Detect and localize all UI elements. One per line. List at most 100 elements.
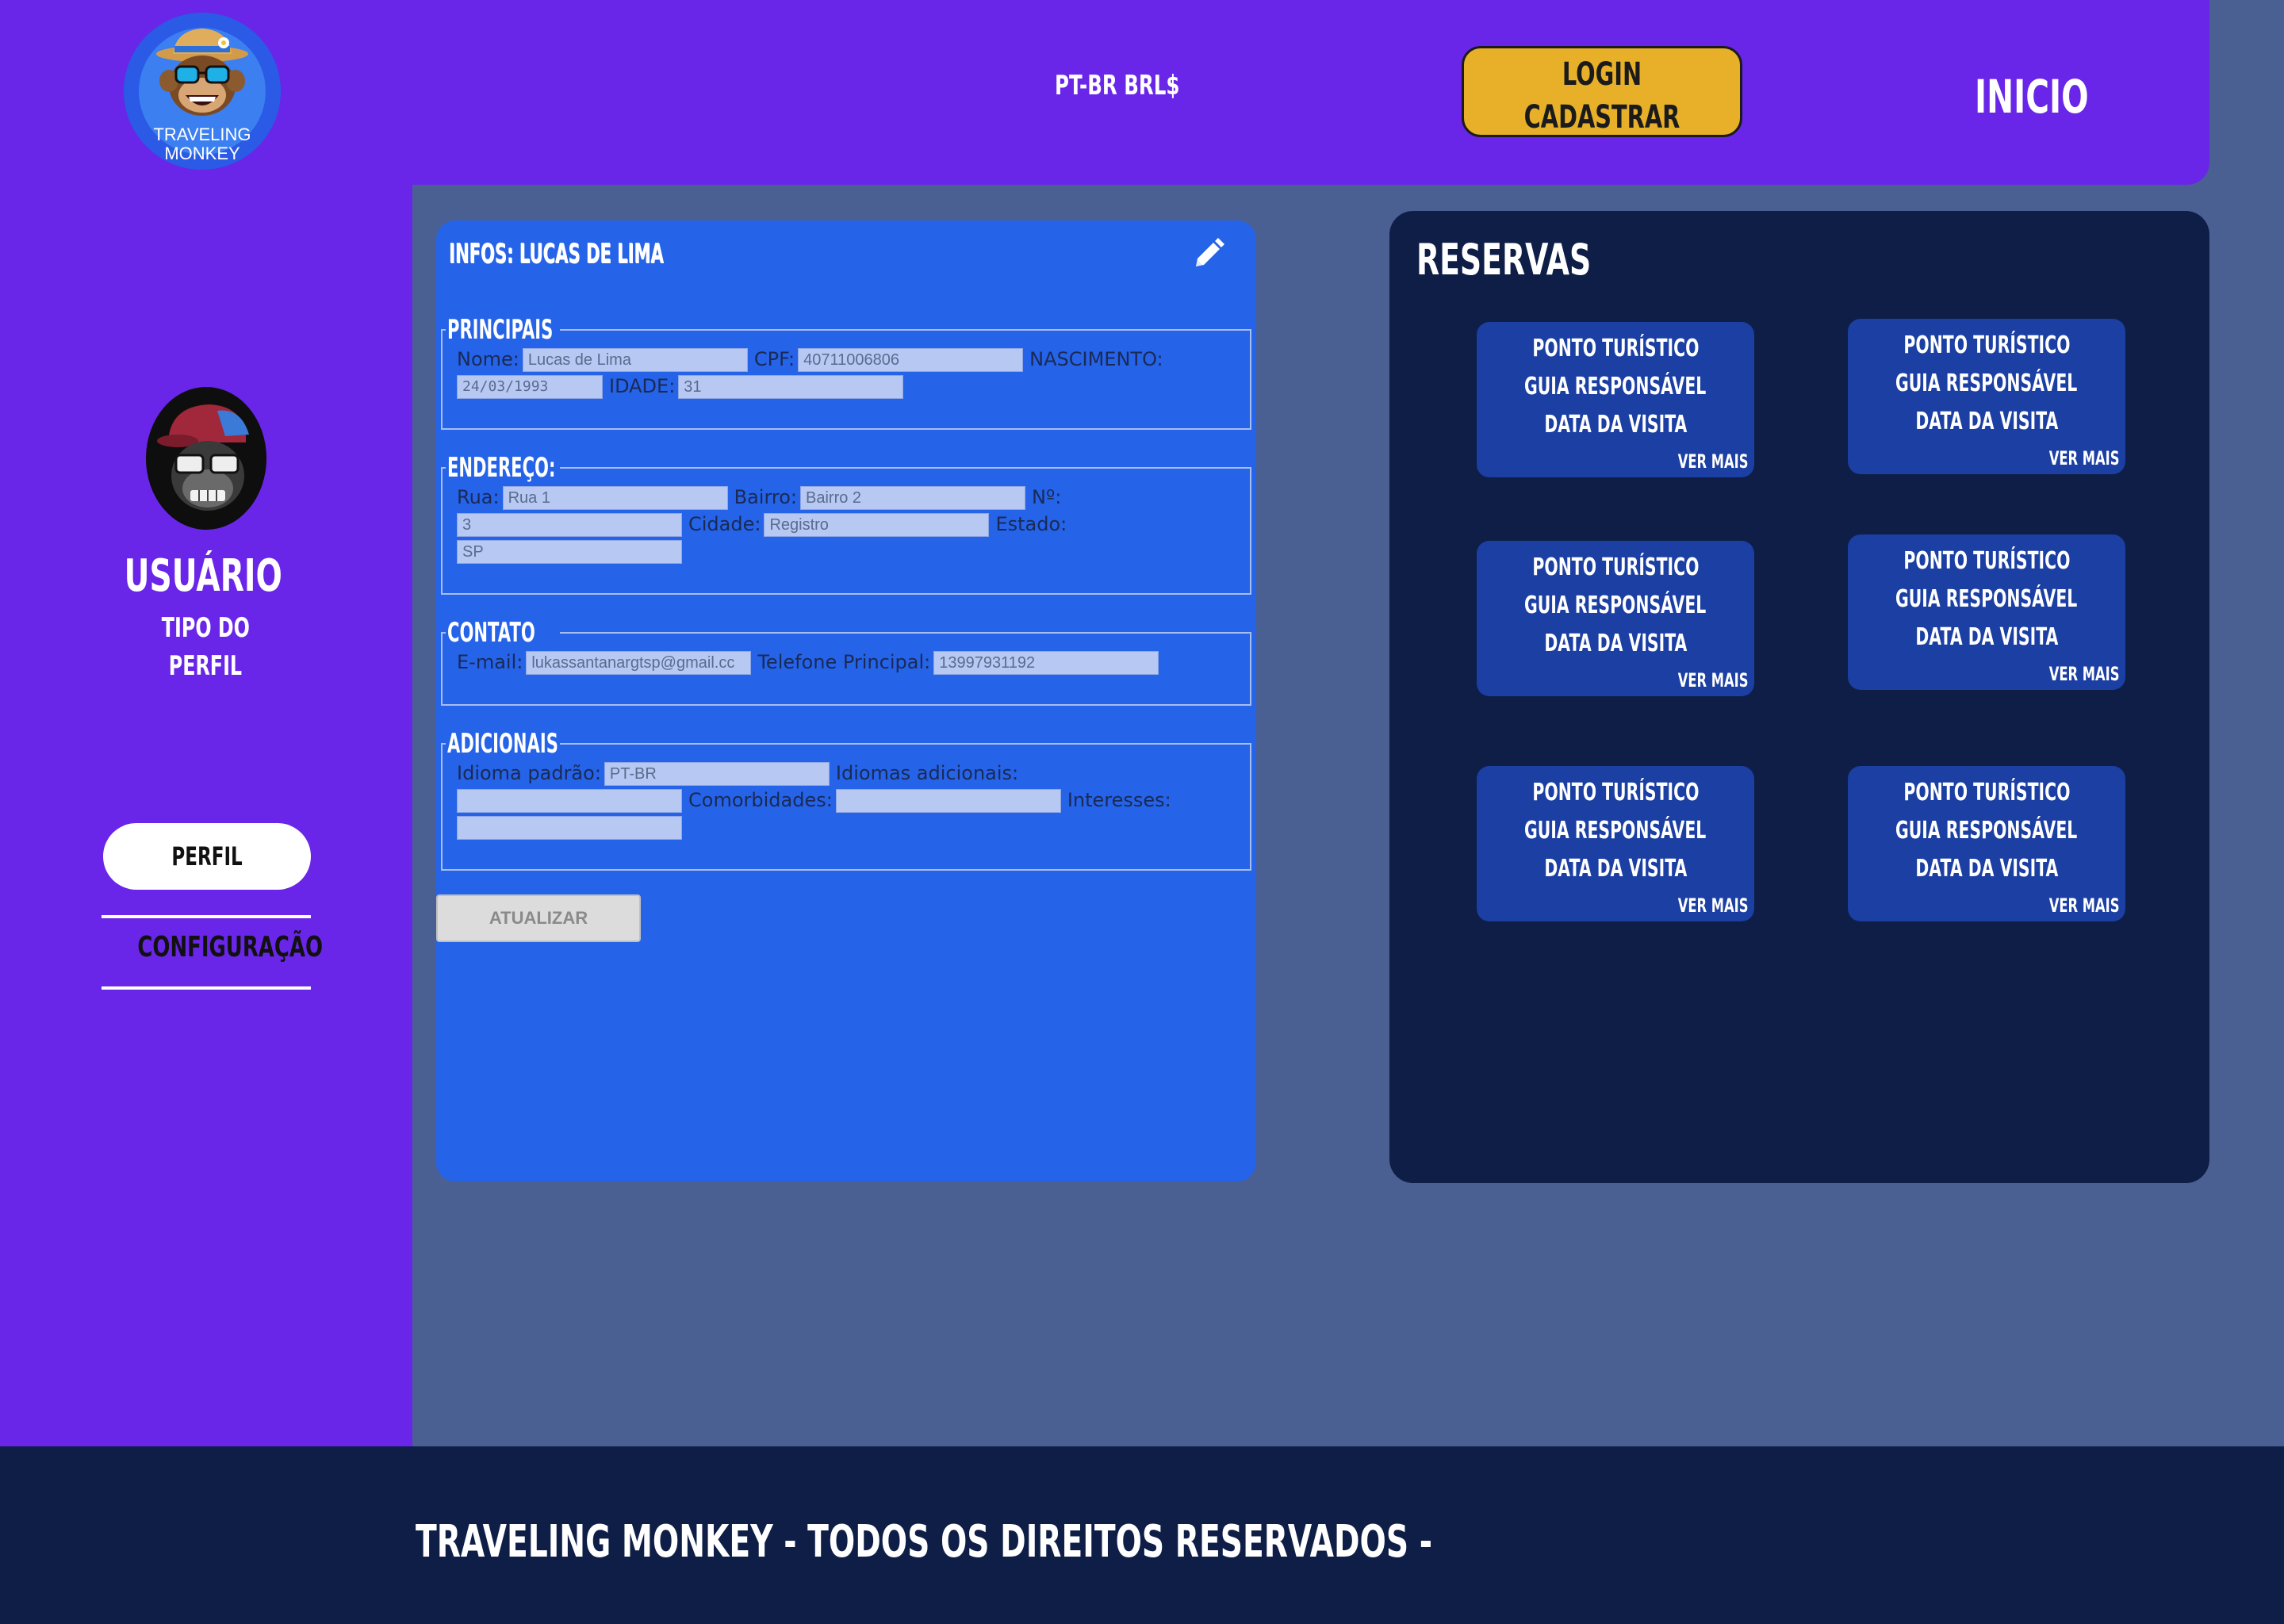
interesses-label: Interesses: — [1067, 789, 1171, 811]
email-input[interactable]: lukassantanargtsp@gmail.cc — [526, 651, 752, 675]
settings-link[interactable]: CONFIGURAÇÃO — [102, 931, 323, 963]
see-more-link[interactable]: VER MAIS — [2048, 447, 2119, 469]
reservation-date: DATA DA VISITA — [1915, 408, 2058, 435]
contato-section: CONTATO E-mail: lukassantanargtsp@gmail.c… — [441, 617, 1251, 706]
bairro-input[interactable]: Bairro 2 — [800, 486, 1026, 510]
principais-legend-text: PRINCIPAIS — [447, 314, 554, 346]
reservation-date: DATA DA VISITA — [1544, 855, 1687, 883]
idioma-label: Idioma padrão: — [457, 762, 601, 784]
sidebar-divider — [102, 915, 311, 918]
reservation-guide: GUIA RESPONSÁVEL — [1524, 817, 1707, 845]
idiomas-adicionais-input[interactable] — [457, 789, 682, 813]
sidebar — [0, 0, 412, 1446]
reservation-date: DATA DA VISITA — [1915, 855, 2058, 883]
see-more-link[interactable]: VER MAIS — [1677, 669, 1748, 691]
reservation-card[interactable]: PONTO TURÍSTICO GUIA RESPONSÁVEL DATA DA… — [1848, 534, 2125, 690]
reservation-date: DATA DA VISITA — [1544, 630, 1687, 657]
bairro-label: Bairro: — [734, 486, 798, 508]
estado-label: Estado: — [995, 513, 1067, 535]
rua-input[interactable]: Rua 1 — [502, 486, 728, 510]
form-row: E-mail: lukassantanargtsp@gmail.cc Telefon… — [457, 649, 1236, 676]
reservation-date: DATA DA VISITA — [1544, 411, 1687, 439]
footer-copyright: TRAVELING MONKEY - TODOS OS DIREITOS RES… — [416, 1516, 1433, 1568]
numero-input[interactable]: 3 — [457, 513, 682, 537]
footer: TRAVELING MONKEY - TODOS OS DIREITOS RES… — [0, 1446, 2284, 1624]
contato-legend-text: CONTATO — [447, 617, 535, 649]
reservation-place: PONTO TURÍSTICO — [1903, 547, 2071, 575]
reservation-card[interactable]: PONTO TURÍSTICO GUIA RESPONSÁVEL DATA DA… — [1848, 766, 2125, 921]
see-more-link[interactable]: VER MAIS — [2048, 894, 2119, 917]
adicionais-section: ADICIONAIS Idioma padrão: PT-BR Idiomas ad… — [441, 728, 1251, 871]
nome-label: Nome: — [457, 348, 519, 370]
user-info-card: INFOS: LUCAS DE LIMA PRINCIPAIS Nome: Luc… — [436, 220, 1256, 1182]
form-row: Rua: Rua 1 Bairro: Bairro 2 Nº: — [457, 484, 1236, 511]
principais-legend: PRINCIPAIS — [446, 314, 560, 346]
form-row: 3 Cidade: Registro Estado: — [457, 511, 1236, 538]
comorbidades-label: Comorbidades: — [688, 789, 833, 811]
form-row — [457, 814, 1236, 841]
comorbidades-input[interactable] — [835, 789, 1061, 813]
estado-input[interactable]: SP — [457, 540, 682, 564]
language-currency-selector[interactable]: PT-BR BRL$ — [1055, 70, 1179, 102]
endereco-legend-text: ENDEREÇO: — [447, 452, 556, 484]
reservation-date: DATA DA VISITA — [1915, 623, 2058, 651]
reservation-place: PONTO TURÍSTICO — [1531, 553, 1700, 581]
idioma-input[interactable]: PT-BR — [604, 762, 830, 786]
reservation-guide: GUIA RESPONSÁVEL — [1524, 592, 1707, 619]
principais-section: PRINCIPAIS Nome: Lucas de Lima CPF: 4071100… — [441, 314, 1251, 430]
gorilla-avatar-icon — [146, 387, 266, 530]
reservations-title: RESERVAS — [1416, 235, 1592, 285]
info-card-title: INFOS: LUCAS DE LIMA — [449, 238, 664, 270]
reservation-card[interactable]: PONTO TURÍSTICO GUIA RESPONSÁVEL DATA DA… — [1477, 322, 1754, 477]
endereco-legend: ENDEREÇO: — [446, 452, 560, 484]
pencil-icon[interactable] — [1190, 235, 1228, 277]
reservation-place: PONTO TURÍSTICO — [1903, 779, 2071, 806]
contato-legend: CONTATO — [446, 617, 560, 649]
cidade-label: Cidade: — [688, 513, 761, 535]
top-header: TRAVELING MONKEY PT-BR BRL$ LOGIN CADAST… — [0, 0, 2209, 185]
numero-label: Nº: — [1032, 486, 1062, 508]
adicionais-legend: ADICIONAIS — [446, 728, 560, 760]
nascimento-input[interactable]: 24/03/1993 — [457, 375, 603, 399]
settings-link-label: CONFIGURAÇÃO — [137, 931, 323, 963]
logo-text-line1: TRAVELING — [153, 124, 251, 144]
user-type-line1: TIPO DO — [161, 612, 250, 644]
cpf-label: CPF: — [753, 348, 795, 370]
idade-input[interactable]: 31 — [678, 375, 904, 399]
profile-button[interactable]: PERFIL — [103, 823, 311, 890]
email-label: E-mail: — [457, 651, 523, 673]
idade-label: IDADE: — [609, 375, 676, 397]
update-button[interactable]: ATUALIZAR — [436, 894, 641, 942]
rua-label: Rua: — [457, 486, 500, 508]
telefone-label: Telefone Principal: — [757, 651, 931, 673]
adicionais-legend-text: ADICIONAIS — [447, 728, 558, 760]
login-signup-button[interactable]: LOGIN CADASTRAR — [1462, 46, 1742, 137]
profile-button-label: PERFIL — [171, 841, 243, 871]
see-more-link[interactable]: VER MAIS — [2048, 663, 2119, 685]
reservation-card[interactable]: PONTO TURÍSTICO GUIA RESPONSÁVEL DATA DA… — [1848, 319, 2125, 474]
reservation-card[interactable]: PONTO TURÍSTICO GUIA RESPONSÁVEL DATA DA… — [1477, 541, 1754, 696]
nascimento-label: NASCIMENTO: — [1029, 348, 1163, 370]
logo-text-line2: MONKEY — [164, 144, 240, 163]
reservations-panel: RESERVAS PONTO TURÍSTICO GUIA RESPONSÁVE… — [1389, 211, 2209, 1183]
nome-input[interactable]: Lucas de Lima — [522, 348, 748, 372]
monkey-logo-icon[interactable]: TRAVELING MONKEY — [124, 13, 281, 170]
reservation-guide: GUIA RESPONSÁVEL — [1524, 373, 1707, 400]
nav-home-link[interactable]: INICIO — [1975, 70, 2089, 124]
see-more-link[interactable]: VER MAIS — [1677, 894, 1748, 917]
cpf-input[interactable]: 40711006806 — [798, 348, 1024, 372]
reservation-guide: GUIA RESPONSÁVEL — [1895, 370, 2078, 397]
reservation-place: PONTO TURÍSTICO — [1903, 331, 2071, 359]
cidade-input[interactable]: Registro — [764, 513, 990, 537]
form-row: Idioma padrão: PT-BR Idiomas adicionais: — [457, 760, 1236, 787]
form-row: Comorbidades: Interesses: — [457, 787, 1236, 814]
telefone-input[interactable]: 13997931192 — [933, 651, 1159, 675]
form-row: SP — [457, 538, 1236, 565]
reservation-card[interactable]: PONTO TURÍSTICO GUIA RESPONSÁVEL DATA DA… — [1477, 766, 1754, 921]
interesses-input[interactable] — [457, 816, 682, 840]
endereco-section: ENDEREÇO: Rua: Rua 1 Bairro: Bairro 2 Nº: 3C… — [441, 452, 1251, 595]
reservation-guide: GUIA RESPONSÁVEL — [1895, 585, 2078, 613]
see-more-link[interactable]: VER MAIS — [1677, 450, 1748, 473]
reservation-guide: GUIA RESPONSÁVEL — [1895, 817, 2078, 845]
reservation-place: PONTO TURÍSTICO — [1531, 335, 1700, 362]
